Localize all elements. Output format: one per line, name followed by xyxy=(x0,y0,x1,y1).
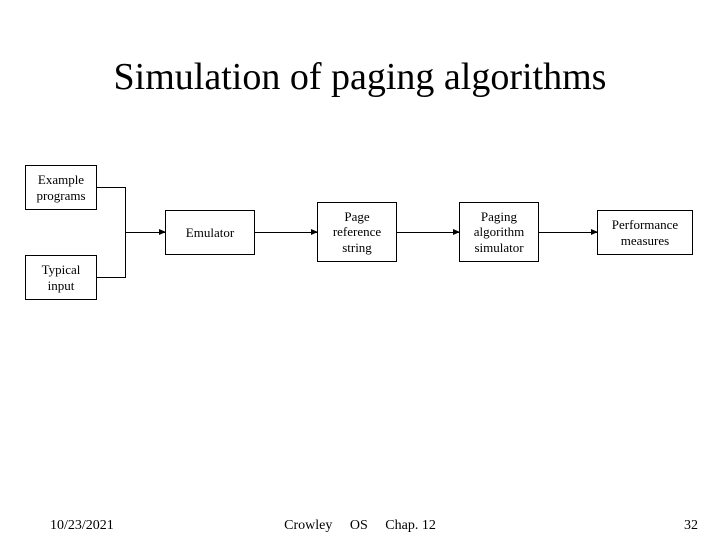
arrow-to-emulator xyxy=(125,232,165,233)
label-performance-measures: Performancemeasures xyxy=(612,217,678,248)
slide: Simulation of paging algorithms Examplep… xyxy=(0,0,720,540)
connector xyxy=(97,277,125,278)
footer-author: Crowley xyxy=(284,518,332,533)
label-example-programs: Exampleprograms xyxy=(36,172,85,203)
label-emulator: Emulator xyxy=(186,225,234,241)
footer-course: OS xyxy=(350,518,368,533)
box-performance-measures: Performancemeasures xyxy=(597,210,693,255)
label-paging-simulator: Pagingalgorithmsimulator xyxy=(474,209,525,256)
flow-diagram: Exampleprograms Typicalinput Emulator Pa… xyxy=(25,165,700,305)
box-typical-input: Typicalinput xyxy=(25,255,97,300)
label-typical-input: Typicalinput xyxy=(42,262,81,293)
box-paging-simulator: Pagingalgorithmsimulator xyxy=(459,202,539,262)
footer-center: Crowley OS Chap. 12 xyxy=(0,518,720,534)
footer-page: 32 xyxy=(684,518,698,534)
arrow-to-simulator xyxy=(397,232,459,233)
label-page-reference-string: Pagereferencestring xyxy=(333,209,381,256)
slide-title: Simulation of paging algorithms xyxy=(0,55,720,99)
arrow-to-performance xyxy=(539,232,597,233)
box-example-programs: Exampleprograms xyxy=(25,165,97,210)
box-page-reference-string: Pagereferencestring xyxy=(317,202,397,262)
box-emulator: Emulator xyxy=(165,210,255,255)
connector xyxy=(97,187,125,188)
footer-chapter: Chap. 12 xyxy=(385,518,436,533)
arrow-to-page-ref xyxy=(255,232,317,233)
